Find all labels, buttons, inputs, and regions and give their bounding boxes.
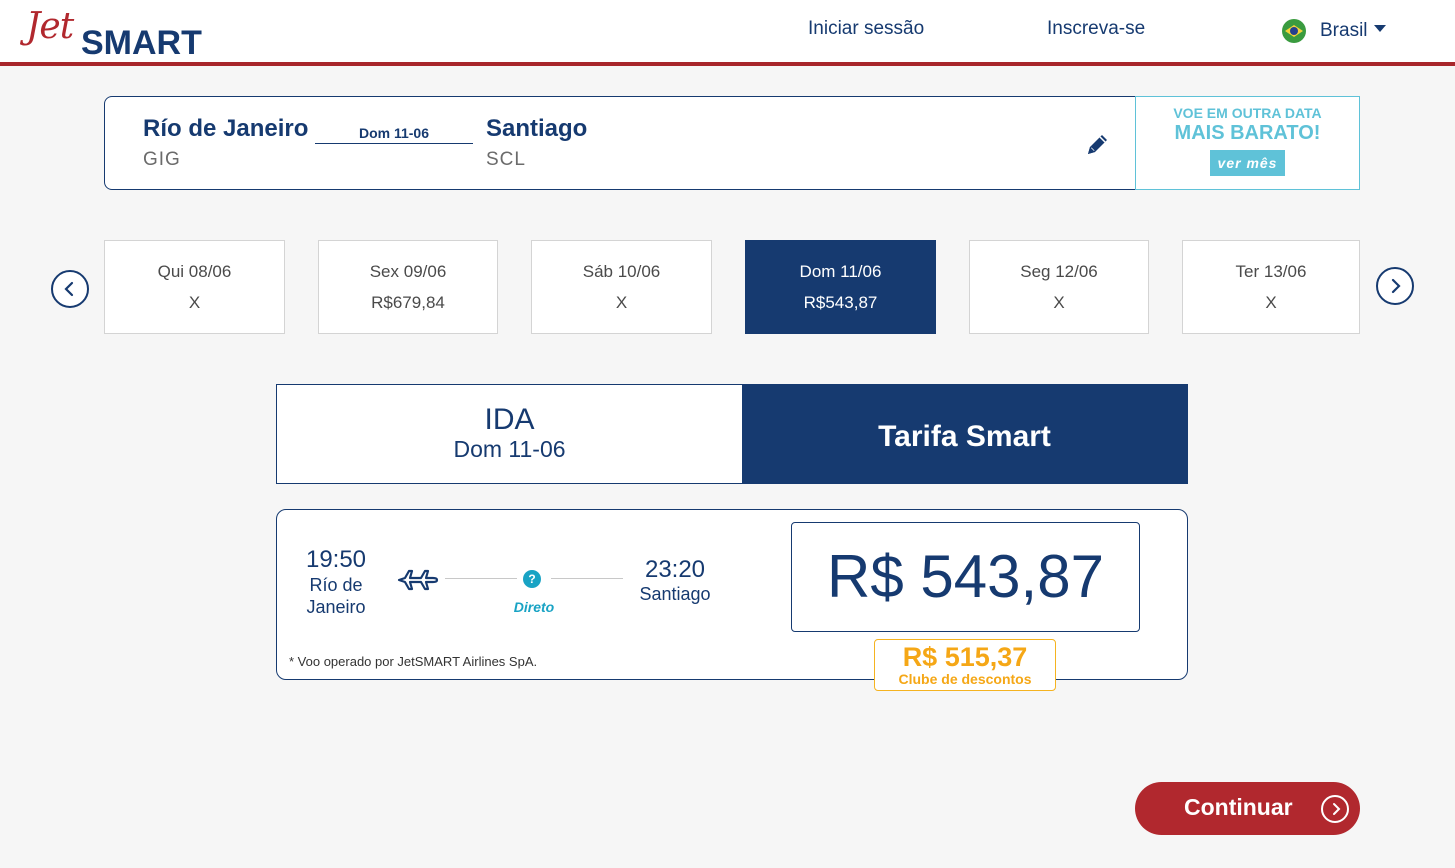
chevron-left-icon	[64, 281, 74, 297]
club-price: R$ 515,37	[902, 642, 1028, 672]
date-option-price: R$543,87	[803, 293, 878, 312]
date-option-price: X	[188, 293, 201, 312]
date-option-label: Sáb 10/06	[582, 262, 661, 281]
origin-code: GIG	[143, 149, 181, 170]
pencil-icon[interactable]	[1085, 131, 1111, 157]
route-summary-card: Río de Janeiro GIG Dom 11-06 Santiago SC…	[104, 96, 1136, 190]
date-option[interactable]: Ter 13/06 X	[1182, 240, 1360, 334]
fare-header: IDA Dom 11-06 Tarifa Smart	[276, 384, 1188, 484]
arrival-city: Santiago	[639, 584, 711, 604]
club-label: Clube de descontos	[898, 671, 1032, 687]
plane-icon	[395, 558, 439, 602]
date-option-price: X	[1053, 293, 1065, 312]
origin-city: Río de Janeiro	[143, 115, 309, 142]
route-line	[551, 578, 623, 579]
date-option-label: Ter 13/06	[1235, 262, 1307, 281]
chevron-right-icon	[1391, 278, 1401, 294]
destination-city: Santiago	[486, 115, 588, 142]
date-option-price: X	[1265, 293, 1277, 312]
date-option[interactable]: Qui 08/06 X	[104, 240, 285, 334]
top-header: Jet SMART Iniciar sessão Inscreva-se Bra…	[0, 0, 1455, 66]
fare-tab-smart[interactable]: Tarifa Smart	[742, 385, 1187, 483]
departure-city: Río de Janeiro	[306, 575, 366, 617]
date-option-price: X	[615, 293, 628, 312]
date-option-selected[interactable]: Dom 11/06 R$543,87	[745, 240, 936, 334]
view-month-button[interactable]: ver mês	[1209, 150, 1286, 176]
promo-line-1: VOE EM OUTRA DATA	[1173, 105, 1322, 121]
brazil-flag-icon	[1282, 19, 1306, 43]
logo-jet-text: Jet	[26, 6, 74, 47]
date-option[interactable]: Seg 12/06 X	[969, 240, 1149, 334]
date-option[interactable]: Sex 09/06 R$679,84	[318, 240, 498, 334]
country-selector[interactable]: Brasil	[1282, 19, 1386, 43]
departure-time: 19:50	[305, 546, 367, 573]
date-option-price: R$679,84	[371, 293, 445, 312]
arrival-time: 23:20	[644, 556, 706, 583]
club-price-badge[interactable]: R$ 515,37 Clube de descontos	[874, 639, 1056, 691]
help-icon[interactable]: ?	[523, 570, 541, 588]
caret-down-icon	[1373, 24, 1386, 32]
chevron-right-circle-icon	[1321, 795, 1349, 823]
route-line	[445, 578, 517, 579]
continue-button[interactable]: Continuar	[1135, 782, 1360, 835]
signup-link[interactable]: Inscreva-se	[1047, 18, 1145, 40]
continue-label: Continuar	[1184, 794, 1293, 820]
operated-by-note: * Voo operado por JetSMART Airlines SpA.	[289, 654, 538, 669]
date-option-label: Dom 11/06	[799, 262, 882, 281]
next-dates-button[interactable]	[1376, 267, 1414, 305]
stops-label: Direto	[513, 599, 555, 615]
date-option[interactable]: Sáb 10/06 X	[531, 240, 712, 334]
direction-label: IDA	[484, 403, 535, 436]
cheaper-date-promo: VOE EM OUTRA DATA MAIS BARATO! ver mês	[1135, 96, 1360, 190]
direction-date: Dom 11-06	[453, 436, 566, 462]
country-label: Brasil	[1320, 20, 1368, 41]
fare-price-button[interactable]: R$ 543,87	[791, 522, 1140, 632]
login-link[interactable]: Iniciar sessão	[808, 18, 924, 40]
flight-card: 19:50 Río de Janeiro ? Direto 23:20 Sant…	[276, 509, 1188, 691]
logo-smart-text: SMART	[81, 24, 202, 62]
promo-line-2: MAIS BARATO!	[1174, 122, 1321, 144]
route-date: Dom 11-06	[315, 125, 473, 144]
previous-dates-button[interactable]	[51, 270, 89, 308]
date-option-label: Qui 08/06	[157, 262, 232, 281]
jetsmart-logo[interactable]: Jet SMART	[26, 6, 226, 62]
date-option-label: Sex 09/06	[369, 262, 447, 281]
direction-tab: IDA Dom 11-06	[277, 385, 742, 483]
destination-code: SCL	[486, 149, 526, 170]
date-option-label: Seg 12/06	[1020, 262, 1098, 281]
